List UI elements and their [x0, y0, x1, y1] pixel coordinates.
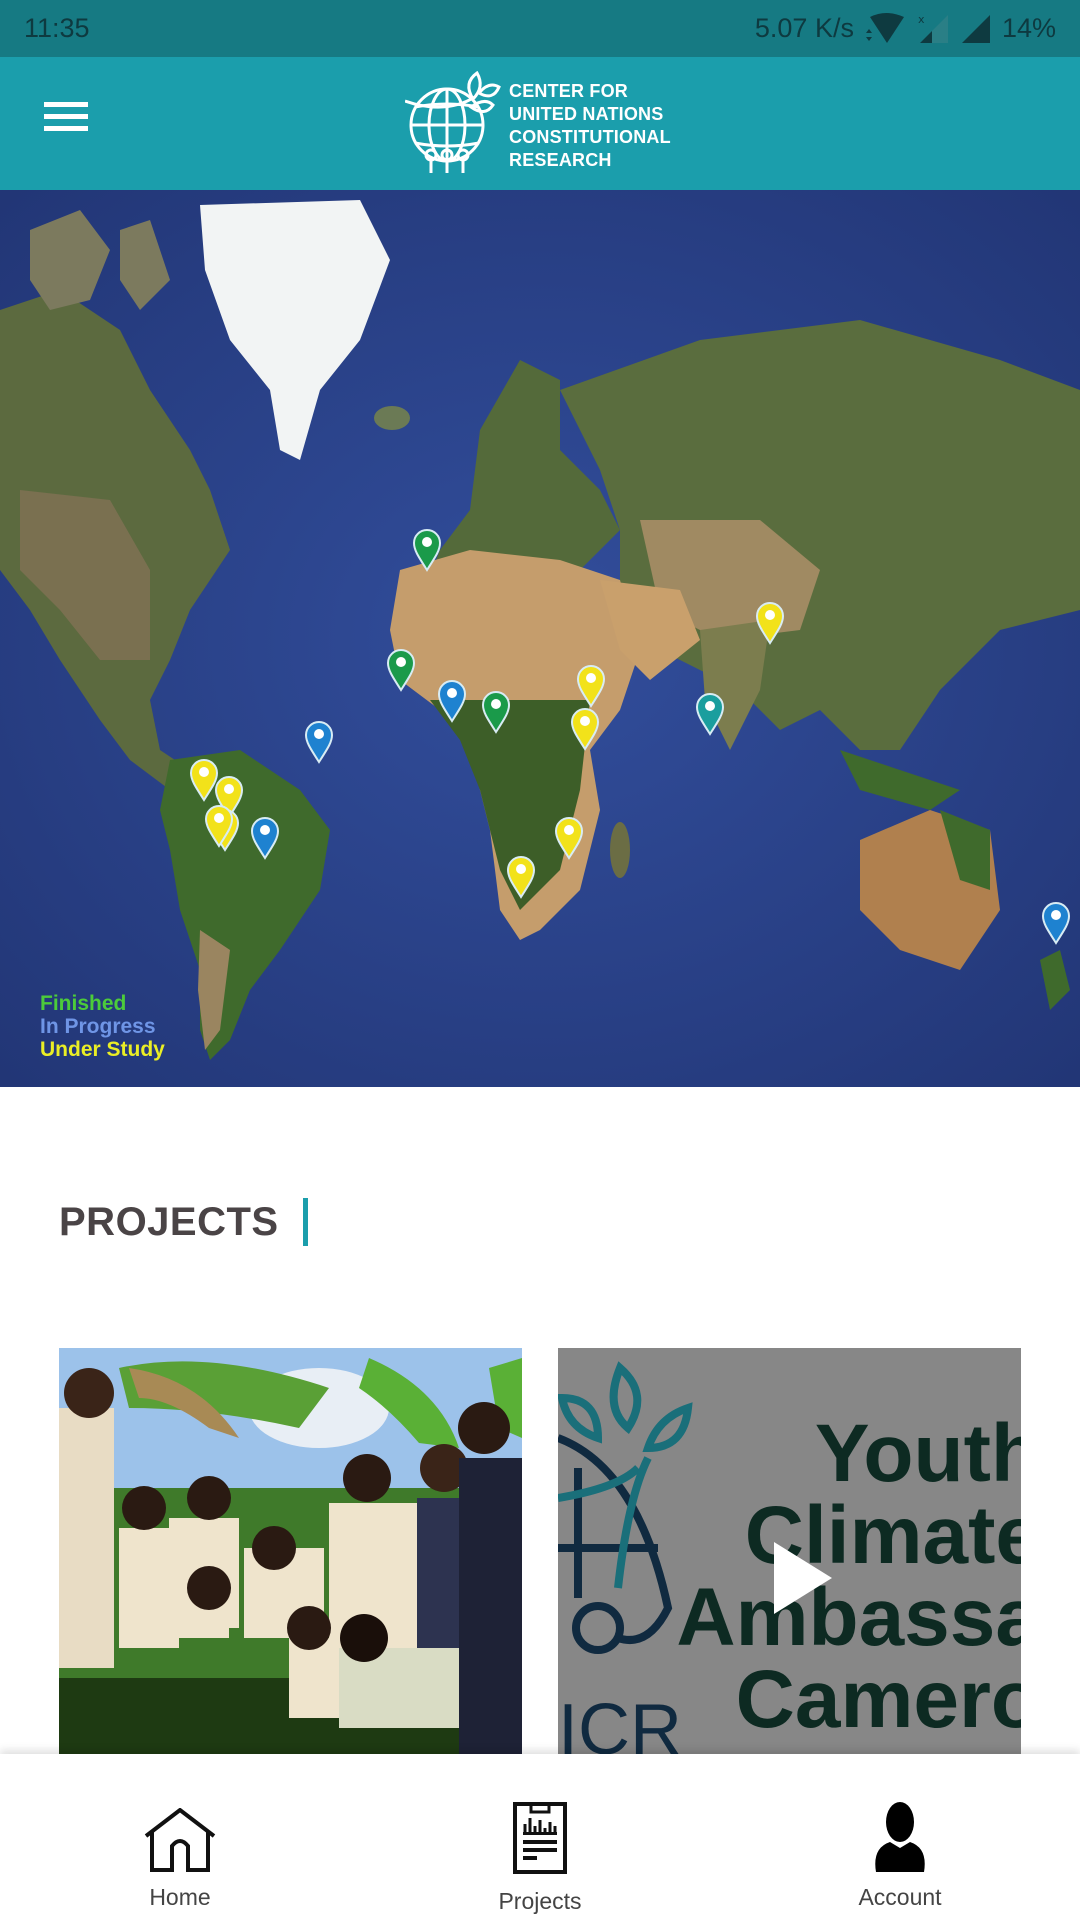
- app-bar: CENTER FOR UNITED NATIONS CONSTITUTIONAL…: [0, 57, 1080, 190]
- projects-section-heading: PROJECTS: [59, 1198, 308, 1246]
- logo-line: UNITED NATIONS: [509, 103, 664, 124]
- projects-heading-text: PROJECTS: [59, 1199, 279, 1244]
- legend-finished: Finished: [40, 992, 127, 1015]
- nav-account-label: Account: [858, 1884, 942, 1910]
- logo-line: RESEARCH: [509, 149, 612, 170]
- map-marker-in-progress[interactable]: [304, 720, 334, 764]
- wifi-icon: [864, 12, 908, 45]
- signal-no-sim-icon: x: [918, 13, 950, 45]
- legend-in-progress: In Progress: [40, 1015, 156, 1038]
- home-icon: [144, 1784, 216, 1874]
- nav-projects[interactable]: Projects: [360, 1754, 720, 1920]
- bottom-navigation: Home Projects Account: [0, 1754, 1080, 1920]
- hamburger-menu-icon[interactable]: [40, 102, 92, 142]
- map-marker-under-study[interactable]: [554, 816, 584, 860]
- video-title-line: Camero: [735, 1654, 1021, 1745]
- network-speed: 5.07 K/s: [754, 13, 854, 43]
- map-marker-under-study[interactable]: [204, 804, 234, 848]
- projects-report-icon: [513, 1784, 567, 1874]
- heading-accent-bar: [302, 1198, 308, 1246]
- map-marker-finished[interactable]: [412, 528, 442, 572]
- signal-icon: [960, 13, 992, 45]
- nav-account[interactable]: Account: [720, 1754, 1080, 1920]
- map-marker-under-study[interactable]: [570, 707, 600, 751]
- video-title-line: Climate: [744, 1490, 1021, 1581]
- video-title-line: Ambassa: [676, 1572, 1021, 1663]
- nav-home-label: Home: [149, 1884, 211, 1910]
- nav-home[interactable]: Home: [0, 1754, 360, 1920]
- video-title-line: Youth: [814, 1408, 1021, 1499]
- map-marker-finished[interactable]: [481, 690, 511, 734]
- project-card-video[interactable]: ICR Youth Climate Ambassa Camero: [558, 1348, 1021, 1754]
- svg-text:x: x: [918, 13, 925, 26]
- world-map-image: [0, 190, 1080, 1087]
- nav-projects-label: Projects: [498, 1888, 582, 1914]
- map-marker-under-study[interactable]: [576, 664, 606, 708]
- project-photo: [59, 1348, 522, 1754]
- cuncr-logo[interactable]: CENTER FOR UNITED NATIONS CONSTITUTIONAL…: [404, 69, 671, 182]
- legend-under-study: Under Study: [40, 1038, 165, 1061]
- logo-text: CENTER FOR UNITED NATIONS CONSTITUTIONAL…: [509, 80, 671, 172]
- battery-percent: 14%: [1001, 13, 1056, 43]
- video-title-overlay: Youth Climate Ambassa Camero: [676, 1413, 1021, 1741]
- status-time: 11:35: [24, 13, 90, 43]
- map-marker-in-progress[interactable]: [1041, 901, 1071, 945]
- map-marker-other[interactable]: [695, 692, 725, 736]
- globe-leaf-logo-icon: [404, 69, 501, 182]
- logo-line: CONSTITUTIONAL: [509, 126, 671, 147]
- map-marker-finished[interactable]: [386, 648, 416, 692]
- play-icon[interactable]: [770, 1540, 834, 1616]
- map-legend: Finished In Progress Under Study: [40, 992, 165, 1061]
- account-person-icon: [872, 1784, 928, 1874]
- status-bar: 11:35 5.07 K/s x 14%: [0, 0, 1080, 57]
- projects-world-map[interactable]: Finished In Progress Under Study: [0, 190, 1080, 1087]
- project-card-image[interactable]: [59, 1348, 522, 1754]
- map-marker-in-progress[interactable]: [437, 679, 467, 723]
- map-marker-under-study[interactable]: [755, 601, 785, 645]
- logo-line: CENTER FOR: [509, 80, 628, 101]
- map-marker-under-study[interactable]: [506, 855, 536, 899]
- icr-logo-text: ICR: [558, 1690, 682, 1754]
- map-marker-in-progress[interactable]: [250, 816, 280, 860]
